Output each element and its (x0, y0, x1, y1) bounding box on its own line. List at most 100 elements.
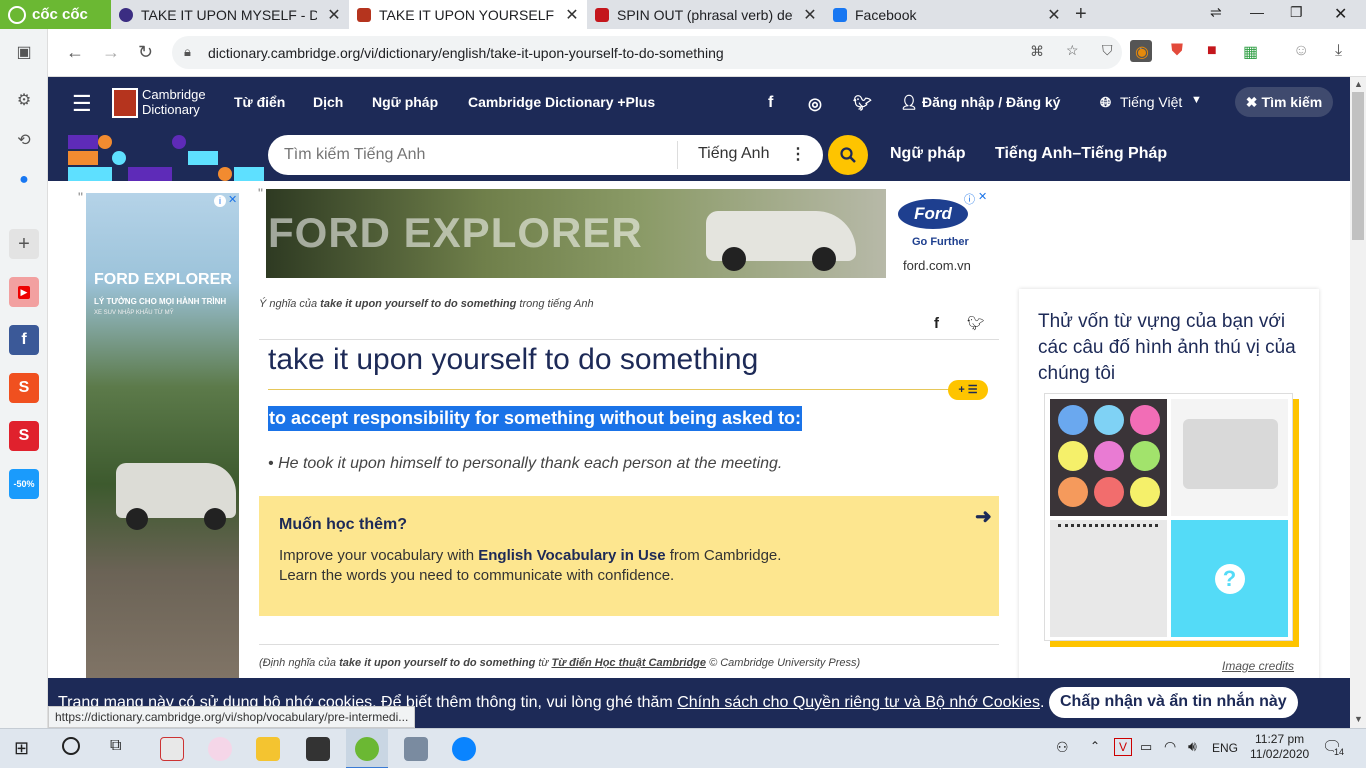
search-button[interactable] (828, 135, 868, 175)
quiz-image-mystery[interactable]: ? (1171, 520, 1288, 637)
close-icon[interactable]: ✕ (801, 5, 819, 25)
input-language[interactable]: ENG (1212, 741, 1238, 755)
quiz-image-sketch[interactable] (1050, 520, 1167, 637)
wifi-icon[interactable]: ◠ (1164, 738, 1176, 755)
twitter-icon[interactable]: 🐦︎ (853, 94, 872, 112)
language-select[interactable]: Tiếng Việt (1120, 94, 1182, 110)
address-bar[interactable]: 🔒︎ dictionary.cambridge.org/vi/dictionar… (172, 36, 1152, 69)
taskbar-app-pdf-icon[interactable] (160, 737, 184, 761)
tab-list-icon[interactable]: ⇌ (1210, 4, 1222, 21)
tab-3[interactable]: SPIN OUT (phrasal verb) defin ✕ (587, 0, 825, 29)
windows-start-icon[interactable]: ⊞ (14, 738, 29, 759)
extension-chrome-icon[interactable]: ◉ (1135, 42, 1149, 62)
nav-grammar[interactable]: Ngữ pháp (372, 94, 438, 110)
battery-icon[interactable]: ▭ (1140, 739, 1152, 755)
tab-1[interactable]: TAKE IT UPON MYSELF - Dic ✕ (111, 0, 349, 29)
chevron-up-icon[interactable]: ⌃ (1090, 739, 1100, 753)
shield-icon[interactable]: ⛉ (1102, 42, 1113, 59)
minimize-icon[interactable]: — (1250, 4, 1264, 20)
zalo-icon[interactable] (452, 737, 476, 761)
site-logo[interactable]: Cambridge Dictionary (142, 87, 206, 117)
scrollbar-thumb[interactable] (1352, 92, 1364, 240)
taskbar-app-game-icon[interactable] (404, 737, 428, 761)
ad-close-icon[interactable]: ✕ (228, 193, 237, 206)
extension-grid-icon[interactable]: ▦ (1243, 42, 1258, 62)
search-input[interactable] (284, 146, 664, 164)
settings-gear-icon[interactable]: ⚙ (9, 85, 39, 115)
sub-link-en-fr[interactable]: Tiếng Anh–Tiếng Pháp (995, 145, 1167, 163)
tab-2-active[interactable]: TAKE IT UPON YOURSELF TO ✕ (349, 0, 587, 29)
left-ad-banner[interactable]: FORD EXPLORER LÝ TƯỞNG CHO MỌI HÀNH TRÌN… (86, 193, 239, 678)
close-icon[interactable]: ✕ (1045, 5, 1063, 25)
add-to-wordlist-button[interactable]: + ☰ (948, 380, 988, 400)
clock-time: 11:27 pm (1255, 732, 1305, 746)
share-facebook-icon[interactable]: f (934, 315, 939, 332)
clock[interactable]: 11:27 pm 11/02/2020 (1250, 732, 1309, 762)
unikey-icon[interactable]: V (1114, 738, 1132, 756)
quiz-image-grid[interactable]: ? (1044, 393, 1293, 641)
coccoc-taskbar-icon[interactable] (355, 737, 379, 761)
arrow-right-icon[interactable]: ➜ (975, 504, 992, 529)
reload-icon[interactable]: ↻ (138, 42, 153, 63)
volume-icon[interactable]: 🔊︎ (1188, 738, 1197, 755)
tab-4[interactable]: Facebook ✕ (825, 0, 1069, 29)
bookmark-star-icon[interactable]: ☆ (1066, 42, 1079, 59)
shopee-icon[interactable]: S (9, 373, 39, 403)
scroll-up-icon[interactable]: ▲ (1354, 79, 1363, 89)
quiz-image-sewing-machine[interactable] (1171, 399, 1288, 516)
history-icon[interactable]: ⟲ (9, 125, 39, 155)
sidebar-toggle-icon[interactable]: ▣ (9, 37, 39, 67)
taskbar-app-sticky-icon[interactable] (306, 737, 330, 761)
top-ad-banner[interactable]: FORD EXPLORER (266, 189, 886, 278)
cookie-policy-link[interactable]: Chính sách cho Quyền riêng tư và Bộ nhớ … (677, 694, 1040, 712)
browser-brand-button[interactable]: cốc cốc (0, 0, 111, 29)
image-credits-link[interactable]: Image credits (1222, 659, 1294, 673)
nav-plus[interactable]: Cambridge Dictionary +Plus (468, 94, 655, 110)
instagram-icon[interactable]: ◎ (808, 94, 822, 114)
task-view-icon[interactable]: ⧉ (110, 737, 121, 755)
extension-shield-icon[interactable]: ⛊ (1171, 42, 1183, 60)
dictionary-select[interactable]: Tiếng Anh (698, 145, 769, 163)
scroll-down-icon[interactable]: ▼ (1354, 714, 1363, 724)
search-circle-icon[interactable] (62, 737, 80, 755)
messenger-icon[interactable]: ● (9, 165, 39, 195)
people-icon[interactable]: ⚇ (1056, 739, 1069, 756)
search-toggle-button[interactable]: ✖ Tìm kiếm (1235, 87, 1333, 117)
share-twitter-icon[interactable]: 🐦︎ (967, 315, 985, 332)
nav-translate[interactable]: Dịch (313, 94, 343, 110)
extension-red-icon[interactable]: ■ (1207, 42, 1217, 60)
close-icon[interactable]: ✕ (325, 5, 343, 25)
sendo-icon[interactable]: S (9, 421, 39, 451)
ford-domain[interactable]: ford.com.vn (903, 258, 971, 273)
ad-info-icon[interactable]: i (214, 195, 226, 207)
forward-arrow-icon[interactable]: → (102, 42, 120, 63)
close-icon[interactable]: ✕ (563, 5, 581, 25)
hamburger-menu-icon[interactable]: ☰ (72, 91, 92, 117)
facebook-icon[interactable]: f (768, 94, 773, 112)
source-dict-link[interactable]: Từ điển Học thuật Cambridge (551, 657, 706, 669)
profile-avatar-icon[interactable]: ☺ (1293, 42, 1309, 60)
file-explorer-icon[interactable] (256, 737, 280, 761)
learn-more-box[interactable]: Muốn học thêm? Improve your vocabulary w… (259, 496, 999, 616)
login-link[interactable]: Đăng nhập / Đăng ký (922, 94, 1060, 110)
window-close-icon[interactable]: ✕ (1334, 4, 1347, 24)
tiki-icon[interactable]: -50% (9, 469, 39, 499)
ad-close-icon[interactable]: ✕ (978, 190, 987, 203)
downloads-arrow-icon[interactable]: ⤓ (1335, 42, 1342, 60)
new-tab-plus-icon[interactable]: + (1075, 3, 1087, 26)
facebook-icon[interactable]: f (9, 325, 39, 355)
ad-info-icon[interactable]: ⓘ (964, 191, 975, 207)
maximize-icon[interactable]: ❐ (1290, 4, 1303, 21)
ford-logo[interactable]: Ford (898, 199, 968, 229)
accept-cookies-button[interactable]: Chấp nhận và ẩn tin nhắn này (1049, 687, 1298, 718)
youtube-icon[interactable]: ▶ (9, 277, 39, 307)
back-arrow-icon[interactable]: ← (66, 42, 84, 63)
lock-icon: 🔒︎ (184, 44, 191, 59)
quiz-image-paints[interactable] (1050, 399, 1167, 516)
taskbar-app-paint-icon[interactable] (208, 737, 232, 761)
nav-dictionary[interactable]: Từ điển (234, 94, 285, 110)
more-options-icon[interactable]: ⋮ (790, 144, 806, 164)
translate-icon[interactable]: ⌘ (1030, 43, 1044, 60)
add-app-plus-icon[interactable]: + (9, 229, 39, 259)
sub-link-grammar[interactable]: Ngữ pháp (890, 145, 966, 163)
